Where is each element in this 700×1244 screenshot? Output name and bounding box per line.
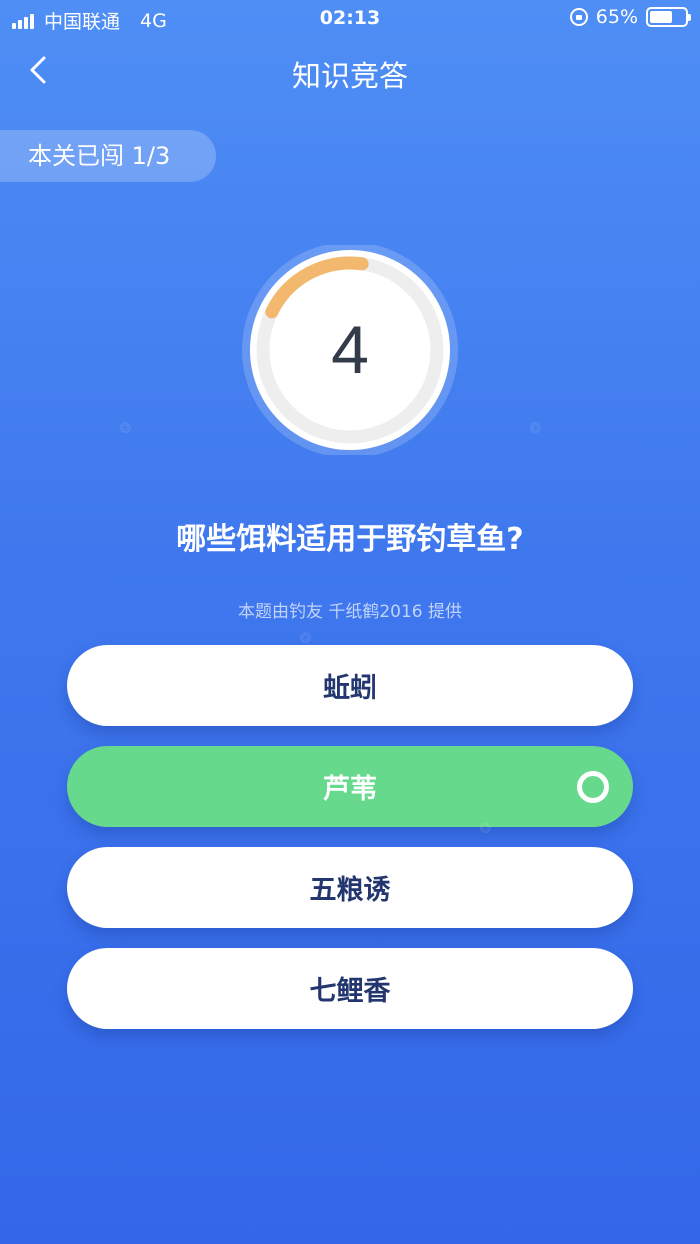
answer-option-label: 芦苇 bbox=[323, 774, 377, 805]
answer-option-2[interactable]: 芦苇 bbox=[67, 746, 633, 827]
status-right: 65% bbox=[569, 6, 691, 28]
watermark-icon: ❂ bbox=[116, 417, 138, 439]
question-text: 哪些饵料适用于野钓草鱼? bbox=[176, 522, 524, 557]
countdown-timer: 4 bbox=[240, 245, 460, 455]
battery-percent: 65% bbox=[595, 6, 638, 28]
answer-option-label: 七鲤香 bbox=[309, 976, 391, 1007]
battery-fill bbox=[650, 11, 673, 23]
answer-option-1[interactable]: 蚯蚓 bbox=[67, 645, 633, 726]
answer-option-label: 五粮诱 bbox=[309, 875, 391, 906]
question-provider: 本题由钓友 千纸鹤2016 提供 bbox=[237, 602, 463, 622]
answer-option-4[interactable]: 七鲤香 bbox=[67, 948, 633, 1029]
battery-icon bbox=[646, 7, 691, 27]
timer-number: 4 bbox=[331, 312, 369, 388]
rotation-lock-icon bbox=[569, 8, 588, 26]
answer-options: 蚯蚓 芦苇 五粮诱 七鲤香 bbox=[67, 645, 633, 1049]
selected-ring-icon bbox=[577, 771, 609, 803]
nav-bar: 知识竞答 bbox=[0, 38, 700, 104]
status-bar: 中国联通 4G 02:13 65% bbox=[0, 0, 700, 38]
answer-option-label: 蚯蚓 bbox=[323, 673, 377, 704]
level-progress-badge: 本关已闯 1/3 bbox=[0, 130, 216, 182]
page-title: 知识竞答 bbox=[291, 59, 408, 93]
watermark-icon: ❂ bbox=[526, 417, 548, 439]
answer-option-3[interactable]: 五粮诱 bbox=[67, 847, 633, 928]
